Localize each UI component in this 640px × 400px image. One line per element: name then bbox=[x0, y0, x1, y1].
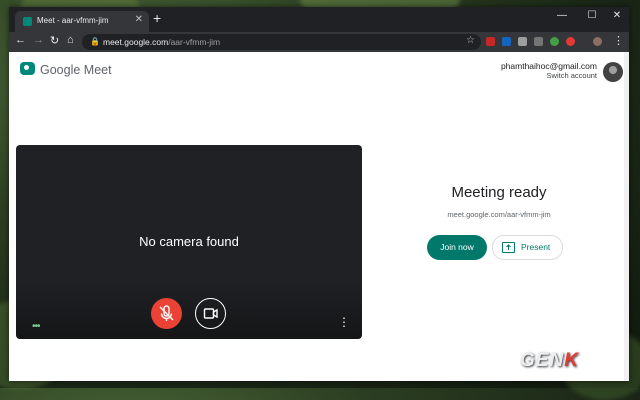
watermark-text: GEN bbox=[520, 350, 565, 371]
meet-page: Google Meet phamthaihoc@gmail.com Switch… bbox=[9, 52, 629, 381]
watermark-k: K bbox=[564, 350, 579, 371]
scrollbar[interactable] bbox=[624, 52, 629, 381]
browser-window: Meet - aar-vfmm-jim ✕ + — ☐ ✕ ← → ↻ ⌂ 🔒 … bbox=[9, 7, 629, 381]
avatar[interactable] bbox=[603, 62, 623, 82]
new-tab-button[interactable]: + bbox=[153, 10, 161, 26]
home-button[interactable]: ⌂ bbox=[67, 34, 74, 46]
account-email: phamthaihoc@gmail.com bbox=[500, 61, 597, 71]
extension-icon[interactable] bbox=[534, 37, 543, 46]
join-now-button[interactable]: Join now bbox=[427, 235, 487, 260]
url-path: /aar-vfmm-jim bbox=[168, 37, 221, 47]
more-options-button[interactable]: ⋮ bbox=[338, 315, 350, 329]
browser-menu-button[interactable]: ⋮ bbox=[613, 34, 624, 47]
profile-extension-icon[interactable] bbox=[593, 37, 602, 46]
lock-icon: 🔒 bbox=[90, 37, 100, 46]
present-screen-icon bbox=[502, 242, 515, 253]
forward-button[interactable]: → bbox=[33, 34, 44, 46]
present-label: Present bbox=[521, 242, 551, 252]
meet-favicon-icon bbox=[23, 17, 32, 26]
microphone-toggle-button[interactable] bbox=[151, 298, 182, 329]
reload-button[interactable]: ↻ bbox=[50, 34, 59, 47]
address-bar[interactable]: 🔒 meet.google.com/aar-vfmm-jim ☆ bbox=[82, 34, 481, 50]
video-camera-icon bbox=[203, 308, 218, 319]
meeting-ready-title: Meeting ready bbox=[451, 184, 547, 201]
switch-account-link[interactable]: Switch account bbox=[547, 71, 597, 80]
tab-close-icon[interactable]: ✕ bbox=[135, 14, 143, 25]
extension-icon[interactable] bbox=[550, 37, 559, 46]
meeting-url: meet.google.com/aar-vfmm-jim bbox=[447, 210, 551, 219]
google-meet-logo-icon bbox=[20, 62, 35, 75]
tab-bar: Meet - aar-vfmm-jim ✕ + — ☐ ✕ bbox=[9, 7, 629, 32]
maximize-button[interactable]: ☐ bbox=[582, 10, 602, 21]
extension-icon[interactable] bbox=[566, 37, 575, 46]
minimize-button[interactable]: — bbox=[552, 10, 572, 21]
extension-icon[interactable] bbox=[486, 37, 495, 46]
back-button[interactable]: ← bbox=[15, 34, 26, 46]
camera-preview: No camera found ••• ⋮ bbox=[16, 145, 362, 339]
app-name: Google Meet bbox=[40, 63, 112, 77]
bookmark-star-icon[interactable]: ☆ bbox=[466, 35, 475, 46]
camera-toggle-button[interactable] bbox=[195, 298, 226, 329]
browser-tab[interactable]: Meet - aar-vfmm-jim ✕ bbox=[15, 11, 149, 32]
extension-icon[interactable] bbox=[502, 37, 511, 46]
genk-watermark: GENK bbox=[520, 350, 579, 372]
activity-dots-icon: ••• bbox=[32, 321, 40, 332]
mic-off-icon bbox=[159, 305, 174, 321]
browser-toolbar: ← → ↻ ⌂ 🔒 meet.google.com/aar-vfmm-jim ☆… bbox=[9, 32, 629, 52]
preview-shade bbox=[16, 279, 362, 339]
no-camera-message: No camera found bbox=[139, 234, 239, 249]
url-host: meet.google.com bbox=[103, 37, 169, 47]
tab-title: Meet - aar-vfmm-jim bbox=[37, 16, 109, 25]
close-window-button[interactable]: ✕ bbox=[607, 10, 627, 21]
url-text: meet.google.com/aar-vfmm-jim bbox=[103, 37, 220, 47]
extension-icon[interactable] bbox=[518, 37, 527, 46]
present-button[interactable]: Present bbox=[492, 235, 563, 260]
